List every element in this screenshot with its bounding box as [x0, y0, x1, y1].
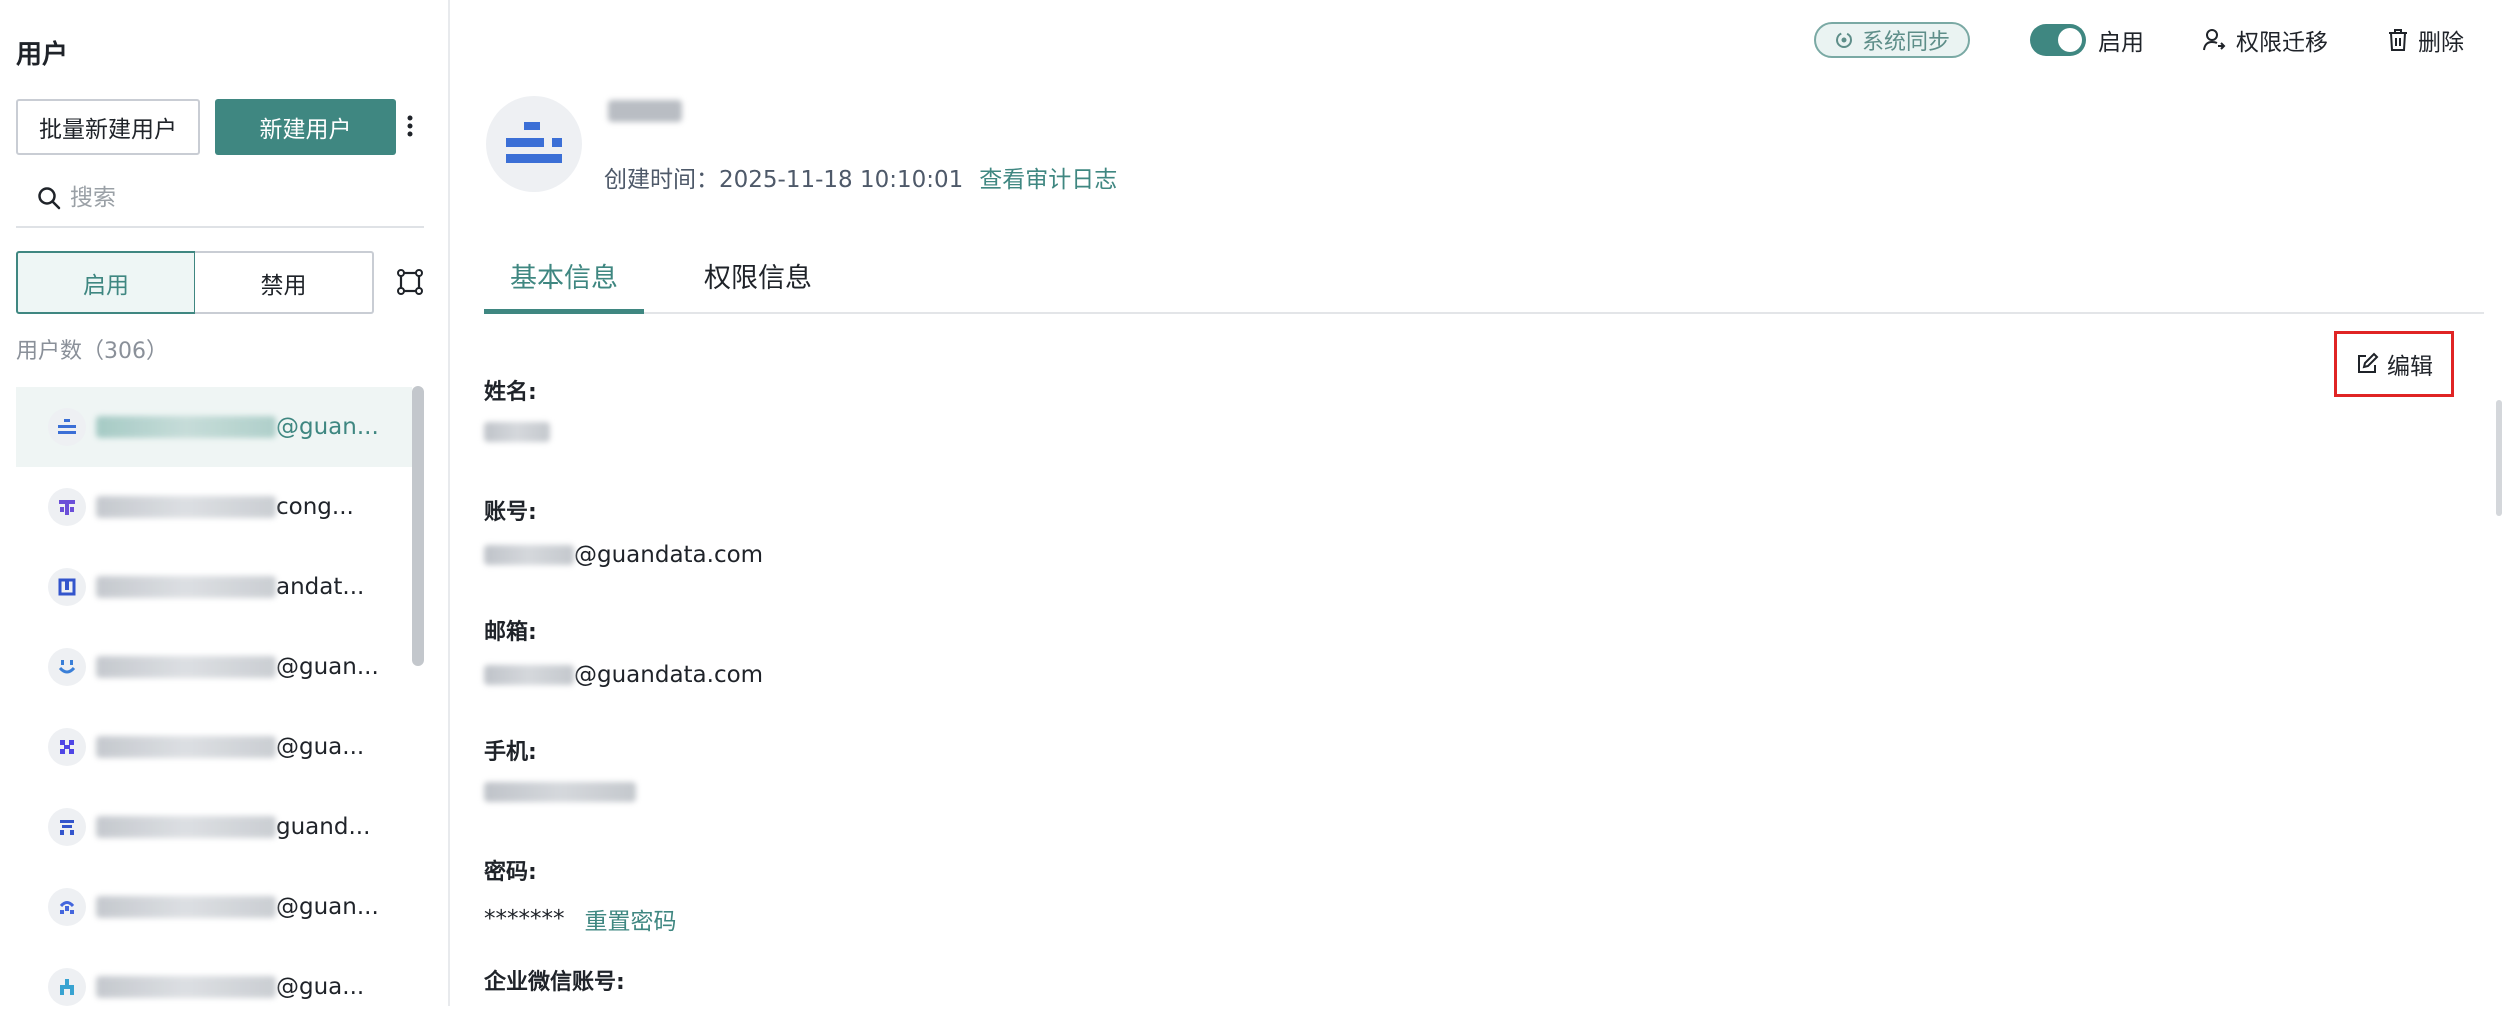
filter-enabled-tab[interactable]: 启用 — [16, 251, 196, 314]
user-email-suffix: andat... — [276, 574, 365, 600]
user-name-redacted — [96, 576, 276, 598]
field-phone-label: 手机: — [484, 740, 537, 765]
link-glyph-icon — [48, 888, 86, 926]
redacted-value — [484, 665, 574, 685]
field-account: 账号: @guandata.com — [484, 494, 763, 568]
detail-toolbar: 系统同步 启用 权限迁移 删除 — [1813, 20, 2464, 60]
system-sync-badge: 系统同步 — [1813, 22, 1970, 58]
tab-basic-info[interactable]: 基本信息 — [510, 256, 618, 295]
user-name-redacted — [96, 496, 276, 518]
active-tab-indicator — [484, 309, 644, 314]
field-password-label: 密码: — [484, 860, 537, 885]
field-wecom-label: 企业微信账号: — [484, 970, 625, 995]
edit-icon — [2358, 352, 2379, 373]
field-name-value — [484, 422, 550, 442]
user-display-name-redacted — [608, 100, 682, 122]
search-input[interactable] — [70, 185, 410, 211]
user-list-item[interactable]: andat... — [16, 547, 412, 627]
user-list-item[interactable]: @guan... — [16, 627, 412, 707]
redacted-value — [484, 422, 550, 442]
detail-tabs: 基本信息 权限信息 — [484, 248, 2484, 314]
enable-toggle[interactable] — [2030, 24, 2086, 56]
user-list-item[interactable]: @guan... — [16, 387, 412, 467]
system-sync-label: 系统同步 — [1861, 30, 1950, 55]
user-avatar — [486, 96, 582, 192]
password-mask: ******* — [484, 906, 565, 932]
audit-log-link[interactable]: 查看审计日志 — [979, 167, 1117, 193]
user-list-item[interactable]: @gua... — [16, 707, 412, 787]
smile-glyph-icon — [48, 648, 86, 686]
redacted-value — [484, 545, 574, 565]
search-box — [16, 170, 424, 228]
sync-icon — [1835, 32, 1852, 48]
user-email-suffix: @guan... — [276, 654, 379, 680]
user-name-redacted — [96, 656, 276, 678]
user-email-suffix: @gua... — [276, 734, 365, 760]
field-phone: 手机: — [484, 734, 636, 802]
field-email-label: 邮箱: — [484, 620, 537, 645]
permission-transfer-button[interactable]: 权限迁移 — [2202, 23, 2328, 57]
delete-user-button[interactable]: 删除 — [2386, 23, 2464, 57]
user-list-scrollbar[interactable] — [412, 386, 424, 666]
field-email-value: @guandata.com — [484, 662, 763, 688]
grid-glyph-icon — [48, 728, 86, 766]
tab-permission-info[interactable]: 权限信息 — [704, 256, 812, 295]
equal-bars-icon — [48, 408, 86, 446]
field-account-value: @guandata.com — [484, 542, 763, 568]
user-count: 用户数（306） — [16, 339, 168, 364]
search-icon — [38, 187, 61, 210]
scan-select-icon[interactable] — [394, 266, 426, 298]
sidebar-title: 用户 — [16, 40, 69, 70]
field-name-label: 姓名: — [484, 380, 537, 405]
user-detail-panel: 系统同步 启用 权限迁移 删除 创建时间：2025-11-18 10:10:01… — [452, 0, 2504, 1006]
puzzle-glyph-icon — [48, 968, 86, 1006]
field-phone-value — [484, 782, 636, 802]
user-list: @guan... cong... andat... @guan... @gua.… — [16, 387, 412, 1027]
delete-label: 删除 — [2418, 30, 2464, 56]
account-domain: @guandata.com — [574, 542, 764, 568]
user-name-redacted — [96, 736, 276, 758]
stack-glyph-icon — [48, 808, 86, 846]
created-time-value: 2025-11-18 10:10:01 — [719, 167, 964, 193]
user-email-suffix: @gua... — [276, 974, 365, 1000]
user-email-suffix: @guan... — [276, 414, 379, 440]
equal-bars-icon — [506, 122, 562, 163]
filter-disabled-tab[interactable]: 禁用 — [195, 251, 374, 314]
created-time: 创建时间：2025-11-18 10:10:01 查看审计日志 — [604, 160, 1117, 194]
user-list-item[interactable]: @guan... — [16, 867, 412, 947]
email-domain: @guandata.com — [574, 662, 764, 688]
user-email-suffix: @guan... — [276, 894, 379, 920]
reset-password-link[interactable]: 重置密码 — [585, 902, 677, 936]
user-list-item[interactable]: @gua... — [16, 947, 412, 1027]
field-password: 密码: ******* 重置密码 — [484, 854, 677, 936]
user-email-suffix: cong... — [276, 494, 354, 520]
cross-glyph-icon — [48, 488, 86, 526]
field-email: 邮箱: @guandata.com — [484, 614, 763, 688]
user-name-redacted — [96, 896, 276, 918]
trash-icon — [2389, 29, 2407, 51]
redacted-value — [484, 782, 636, 802]
user-name-redacted — [96, 416, 276, 438]
new-user-button[interactable]: 新建用户 — [215, 99, 396, 155]
field-wecom: 企业微信账号: — [484, 964, 625, 996]
field-account-label: 账号: — [484, 500, 537, 525]
user-name-redacted — [96, 816, 276, 838]
enable-toggle-label: 启用 — [2098, 30, 2144, 56]
edit-button[interactable]: 编辑 — [2334, 331, 2454, 397]
box-glyph-icon — [48, 568, 86, 606]
user-email-suffix: guand... — [276, 814, 371, 840]
user-list-item[interactable]: guand... — [16, 787, 412, 867]
user-list-item[interactable]: cong... — [16, 467, 412, 547]
page-scrollbar[interactable] — [2496, 400, 2502, 516]
field-name: 姓名: — [484, 374, 550, 442]
batch-new-users-button[interactable]: 批量新建用户 — [16, 99, 200, 155]
user-name-redacted — [96, 976, 276, 998]
edit-label: 编辑 — [2387, 354, 2433, 380]
permission-transfer-label: 权限迁移 — [2236, 30, 2328, 56]
more-vertical-icon[interactable] — [400, 108, 420, 144]
field-password-value: ******* 重置密码 — [484, 902, 677, 936]
user-sidebar: 用户 批量新建用户 新建用户 启用 禁用 用户数（306） @guan... — [0, 0, 450, 1006]
created-time-label: 创建时间： — [604, 167, 719, 193]
user-transfer-icon — [2203, 29, 2226, 51]
